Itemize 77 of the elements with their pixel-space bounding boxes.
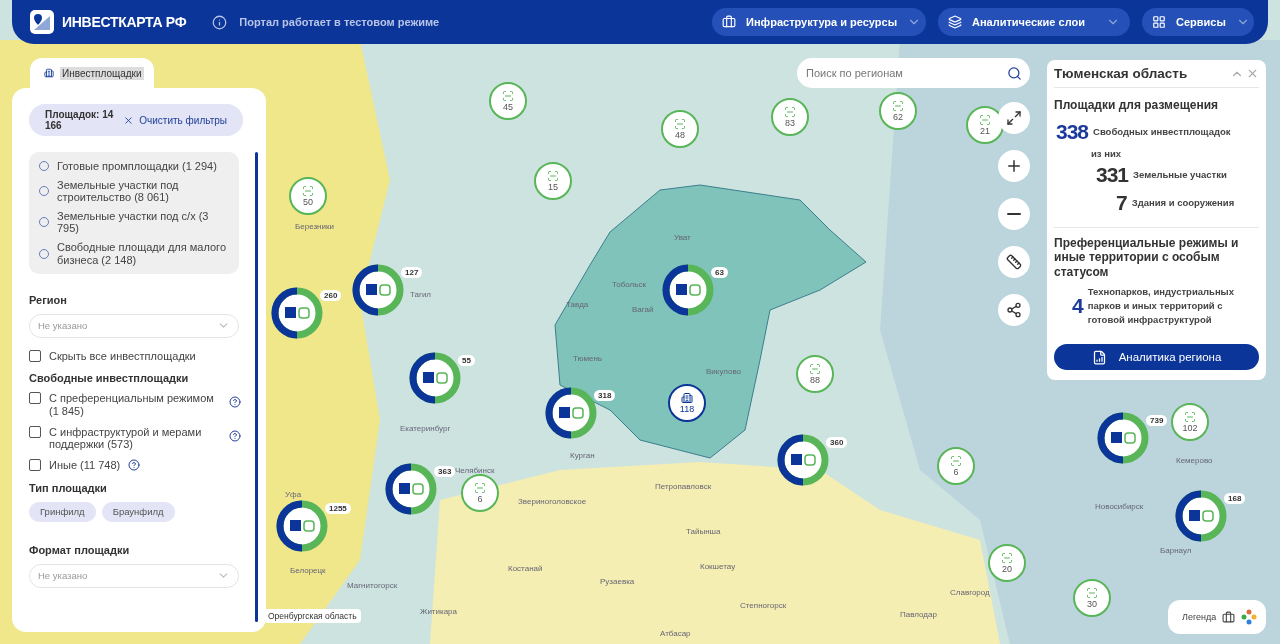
map-place-label: Костанай [508,564,543,573]
checkbox-option[interactable]: Скрыть все инвестплощадки [29,349,241,363]
section-title: Свободные инвестплощадки [29,372,190,385]
region-label: Оренбургская область [264,609,361,623]
menu-dropdown[interactable]: Сервисы [1142,8,1254,36]
stat-note: из них [1090,148,1123,159]
marker-count: 55 [458,355,475,366]
section-title: Формат площадки [29,543,131,556]
map-place-label: Атбасар [660,629,691,638]
map-place-label: Вагай [632,305,654,314]
map-place-label: Челябинск [455,466,495,475]
card-subtitle: Площадки для размещения [1054,98,1220,112]
category-option[interactable]: Земельные участки под с/х (3 795) [39,210,229,235]
map-place-label: Курган [570,451,595,460]
card-title: Тюменская область [1054,66,1188,81]
map-place-label: Уват [674,233,691,242]
map-place-label: Славгород [950,588,990,597]
checkbox-option[interactable]: С инфраструктурой и мерами поддержки (573) [29,425,241,451]
map-place-label: Тобольск [612,280,646,289]
type-chip[interactable]: Браунфилд [101,501,175,522]
map-place-label: Тайынша [686,527,721,536]
card-subtitle: Преференциальные режимы и иные территории с особым статусом [1054,227,1259,280]
legend-button[interactable]: Легенда [1168,600,1266,634]
marker-count: 363 [434,466,456,477]
legend-label: Легенда [1182,612,1217,622]
category-option[interactable]: Земельные участки под строительство (8 061) [39,179,229,204]
region-title: Регион [29,293,68,306]
map-place-label: Звериноголовское [518,497,587,506]
search-field[interactable]: Поиск по регионам [797,58,1030,88]
map-place-label: Викулово [706,367,742,376]
count-label: Площадок: 14 166 [45,109,115,131]
map-place-label: Тюмень [573,354,602,363]
tab-label: Инвестплощадки [60,66,144,80]
marker-count: 260 [320,290,342,301]
stat-value: 4 [1072,293,1083,318]
clear-filters-link[interactable]: Очистить фильтры [139,114,227,126]
checkbox-option[interactable]: Иные (11 748) [29,458,241,472]
stat-value: 338 [1056,120,1089,144]
map-place-label: Рузаевка [600,577,635,586]
map-place-label: Екатеринбург [400,424,451,433]
map-place-label: Степногорск [740,601,787,610]
stat-label: Здания и сооружения [1131,196,1235,210]
test-mode-notice: Портал работает в тестовом режиме [239,16,440,28]
map-place-label: Новосибирск [1095,502,1144,511]
stat-value: 7 [1116,191,1127,215]
region-analytics-button[interactable]: Аналитика региона [1054,344,1259,371]
stat-label: Земельные участки [1133,168,1227,182]
checkbox-option[interactable]: С преференциальным режимом (1 845) [29,392,241,418]
category-option[interactable]: Свободные площади для малого бизнеса (2 148) [39,241,229,266]
map-place-label: Житикара [420,607,457,616]
type-chip[interactable]: Гринфилд [29,501,96,522]
category-option[interactable]: Готовые промплощадки (1 294) [39,160,229,173]
map-place-label: Тагил [410,290,432,299]
logo-text: ИНВЕСТКАРТА РФ [62,14,187,30]
marker-count: 1255 [325,503,351,514]
map-place-label: Кокшетау [700,562,736,571]
stat-value: 331 [1096,163,1129,187]
stat-label: Свободных инвестплощадок [1093,125,1231,139]
map-place-label: Березники [295,222,334,231]
section-title: Тип площадки [29,481,108,494]
stat-label: Технопарков, индустриальных парков и иных территорий с готовой инфраструктурой [1087,285,1236,327]
map-place-label: Белорецк [290,566,326,575]
map-place-label: Кемерово [1176,456,1213,465]
marker-count: 63 [711,267,728,278]
marker-count: 318 [594,390,616,401]
menu-dropdown[interactable]: Инфраструктура и ресурсы [712,8,926,36]
map-place-label: Петропавловск [655,482,712,491]
map-place-label: Барнаул [1160,546,1192,555]
marker-count: 127 [401,267,423,278]
marker-count: 168 [1224,493,1246,504]
map-place-label: Тавда [566,300,589,309]
marker-count: 739 [1146,415,1168,426]
map-place-label: Магнитогорск [347,581,398,590]
map-place-label: Павлодар [900,610,937,619]
map-place-label: Уфа [285,490,302,499]
menu-dropdown[interactable]: Аналитические слои [938,8,1130,36]
marker-count: 360 [826,437,848,448]
